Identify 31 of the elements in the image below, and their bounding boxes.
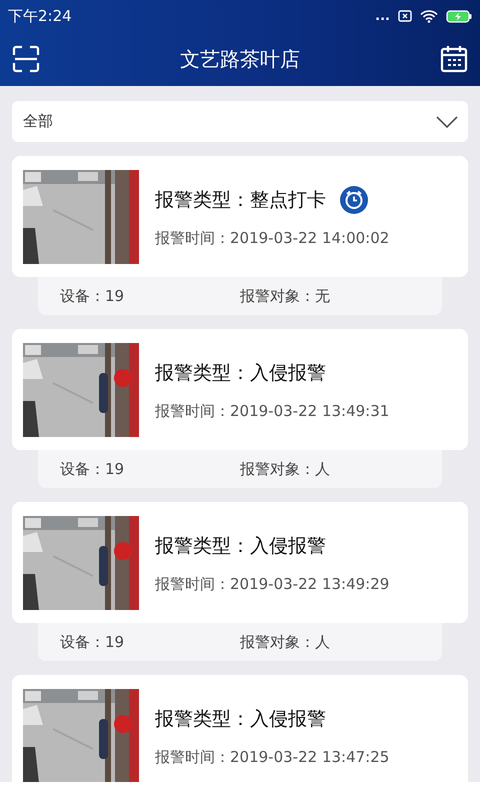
battery-icon <box>446 10 472 22</box>
calendar-icon <box>440 45 468 73</box>
chevron-down-icon <box>436 116 458 128</box>
notification-icon <box>398 10 412 22</box>
calendar-button[interactable] <box>438 43 470 75</box>
alarm-time: 报警时间：2019-03-22 13:49:31 <box>155 402 390 421</box>
alarm-time: 报警时间：2019-03-22 14:00:02 <box>155 229 390 248</box>
alarm-clock-icon <box>340 186 368 214</box>
alarm-type: 报警类型：入侵报警 <box>155 534 326 559</box>
alarm-target: 报警对象：人 <box>240 632 331 652</box>
device-label: 设备：19 <box>60 632 126 652</box>
alarm-target: 报警对象：无 <box>240 286 331 306</box>
alert-card[interactable]: 报警类型：入侵报警 报警时间：2019-03-22 13:49:31 <box>12 329 468 450</box>
alarm-target: 报警对象：人 <box>240 460 331 478</box>
alarm-type: 报警类型：入侵报警 <box>155 707 326 732</box>
scan-button[interactable] <box>10 43 42 75</box>
device-label: 设备：19 <box>60 286 126 306</box>
alarm-time: 报警时间：2019-03-22 13:49:29 <box>155 575 390 594</box>
status-time: 下午2:24 <box>8 6 72 26</box>
more-dots: ... <box>375 8 390 24</box>
alert-card[interactable]: 报警类型：整点打卡 报警时间：2019-03-22 14:00:02 <box>12 156 468 277</box>
scan-icon <box>12 45 40 73</box>
device-label: 设备：19 <box>60 460 126 478</box>
alert-card[interactable]: 报警类型：入侵报警 报警时间：2019-03-22 13:47:25 <box>12 675 468 782</box>
alert-card[interactable]: 报警类型：入侵报警 报警时间：2019-03-22 13:49:29 <box>12 502 468 623</box>
alarm-type: 报警类型：整点打卡 <box>155 188 326 213</box>
wifi-icon <box>420 10 438 22</box>
alarm-time: 报警时间：2019-03-22 13:47:25 <box>155 748 390 767</box>
filter-dropdown[interactable]: 全部 <box>12 101 468 142</box>
alarm-type: 报警类型：入侵报警 <box>155 361 326 386</box>
page-title: 文艺路茶叶店 <box>180 46 300 72</box>
